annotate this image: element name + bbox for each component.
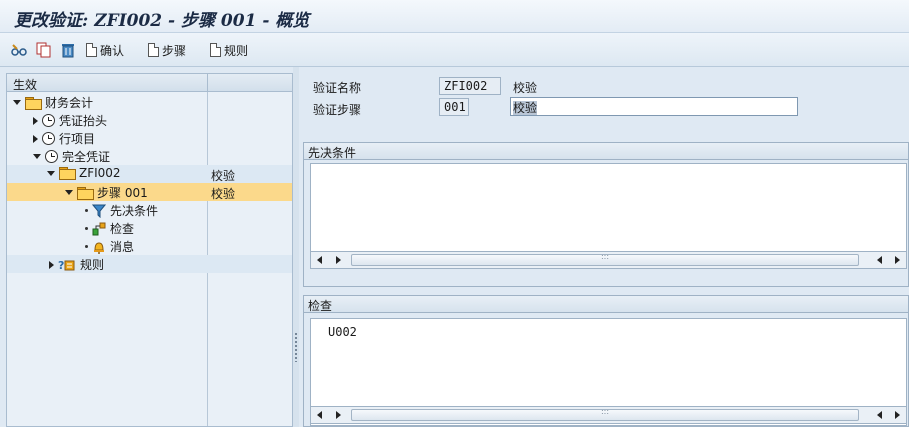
panel-splitter[interactable] [293, 67, 299, 427]
check-title: 检查 [308, 299, 333, 313]
check-group: 检查 U002 [303, 295, 909, 427]
tree-node-financial-accounting[interactable]: 财务会计 [7, 93, 292, 111]
scroll-right-icon[interactable] [336, 256, 341, 264]
document-icon [148, 43, 159, 57]
scroll-right-icon[interactable] [895, 256, 900, 264]
confirm-button[interactable]: 确认 [86, 41, 124, 59]
filter-icon [92, 204, 106, 218]
splitter-grip-icon[interactable] [294, 332, 298, 362]
collapse-icon[interactable] [33, 134, 38, 143]
clock-icon [42, 114, 55, 127]
application-toolbar: 确认 步骤 规则 [0, 33, 909, 67]
validation-name-label: 验证名称 [313, 81, 362, 95]
scroll-thumb[interactable] [351, 409, 859, 421]
validation-name-description: 校验 [513, 81, 538, 95]
tree-node-description: 校验 [211, 187, 236, 201]
document-icon [86, 43, 97, 57]
delete-icon[interactable] [59, 41, 77, 59]
tree-node-rules[interactable]: ? 规则 [7, 255, 292, 273]
tree-node-label: 检查 [110, 222, 135, 236]
check-horizontal-scrollbar[interactable] [310, 406, 907, 424]
scroll-right-icon[interactable] [336, 411, 341, 419]
tree-node-step-001[interactable]: 步骤 001 校验 [7, 183, 292, 201]
tree-node-complete-document[interactable]: 完全凭证 [7, 147, 292, 165]
tree-node-label: 消息 [110, 240, 135, 254]
check-content: U002 [328, 325, 357, 339]
prerequisite-horizontal-scrollbar[interactable] [310, 251, 907, 269]
svg-text:?: ? [58, 259, 64, 272]
tree-node-label: 先决条件 [110, 204, 159, 218]
rule-icon: ? [58, 259, 75, 272]
tree-node-prerequisite[interactable]: 先决条件 [7, 201, 292, 219]
tree-node-check[interactable]: 检查 [7, 219, 292, 237]
rule-button[interactable]: 规则 [210, 41, 248, 59]
confirm-button-label: 确认 [100, 43, 125, 58]
title-bar: 更改验证: ZFI002 - 步骤 001 - 概览 [0, 0, 909, 33]
scroll-thumb[interactable] [351, 254, 859, 266]
prerequisite-title: 先决条件 [308, 146, 357, 160]
prerequisite-group: 先决条件 [303, 142, 909, 287]
tree-node-label: 规则 [80, 258, 105, 272]
tree-node-description: 校验 [211, 169, 236, 183]
tree-column-header: 生效 [13, 78, 38, 92]
tree-node-message[interactable]: 消息 [7, 237, 292, 255]
validation-step-field: 001 [439, 98, 469, 116]
collapse-icon[interactable] [49, 260, 54, 269]
scroll-left-icon[interactable] [877, 411, 882, 419]
scroll-left-icon[interactable] [317, 411, 322, 419]
tree-node-label: 完全凭证 [62, 150, 111, 164]
tree-node-label: ZFI002 [79, 166, 121, 180]
tree-header: 生效 [7, 74, 292, 92]
step-button[interactable]: 步骤 [148, 41, 186, 59]
step-description-input[interactable]: 校验 [510, 97, 798, 116]
expand-icon[interactable] [47, 170, 55, 176]
tree-node-line-item[interactable]: 行项目 [7, 129, 292, 147]
edit-glasses-icon[interactable] [10, 41, 28, 59]
tree-node-label: 步骤 001 [97, 186, 148, 200]
check-rule-icon [92, 222, 106, 235]
copy-icon[interactable] [35, 41, 53, 59]
bell-icon [94, 241, 104, 254]
navigation-tree: 生效 财务会计 凭证抬头 行项目 完全凭证 ZFI002 校验 步骤 001 校… [6, 73, 293, 427]
folder-open-icon [59, 167, 76, 180]
validation-name-field: ZFI002 [439, 77, 501, 95]
expand-icon[interactable] [33, 154, 41, 159]
scroll-left-icon[interactable] [317, 256, 322, 264]
step-description-value: 校验 [513, 101, 538, 115]
expand-icon[interactable] [13, 100, 21, 105]
rule-button-label: 规则 [224, 43, 249, 58]
folder-open-icon [77, 186, 94, 200]
scroll-right-icon[interactable] [895, 411, 900, 419]
tree-node-label: 行项目 [59, 132, 96, 146]
tree-node-label: 财务会计 [45, 96, 94, 110]
tree-node-label: 凭证抬头 [59, 114, 108, 128]
expand-icon[interactable] [65, 190, 73, 195]
clock-icon [45, 150, 58, 163]
validation-step-label: 验证步骤 [313, 103, 362, 117]
scroll-left-icon[interactable] [877, 256, 882, 264]
step-button-label: 步骤 [162, 43, 187, 58]
folder-open-icon [25, 96, 42, 110]
watermark: 赛 跑 网 [748, 376, 873, 406]
tree-node-zfi002[interactable]: ZFI002 校验 [7, 165, 292, 183]
document-icon [210, 43, 221, 57]
clock-icon [42, 132, 55, 145]
window-title: 更改验证: ZFI002 - 步骤 001 - 概览 [14, 11, 310, 31]
tree-node-document-header[interactable]: 凭证抬头 [7, 111, 292, 129]
collapse-icon[interactable] [33, 116, 38, 125]
